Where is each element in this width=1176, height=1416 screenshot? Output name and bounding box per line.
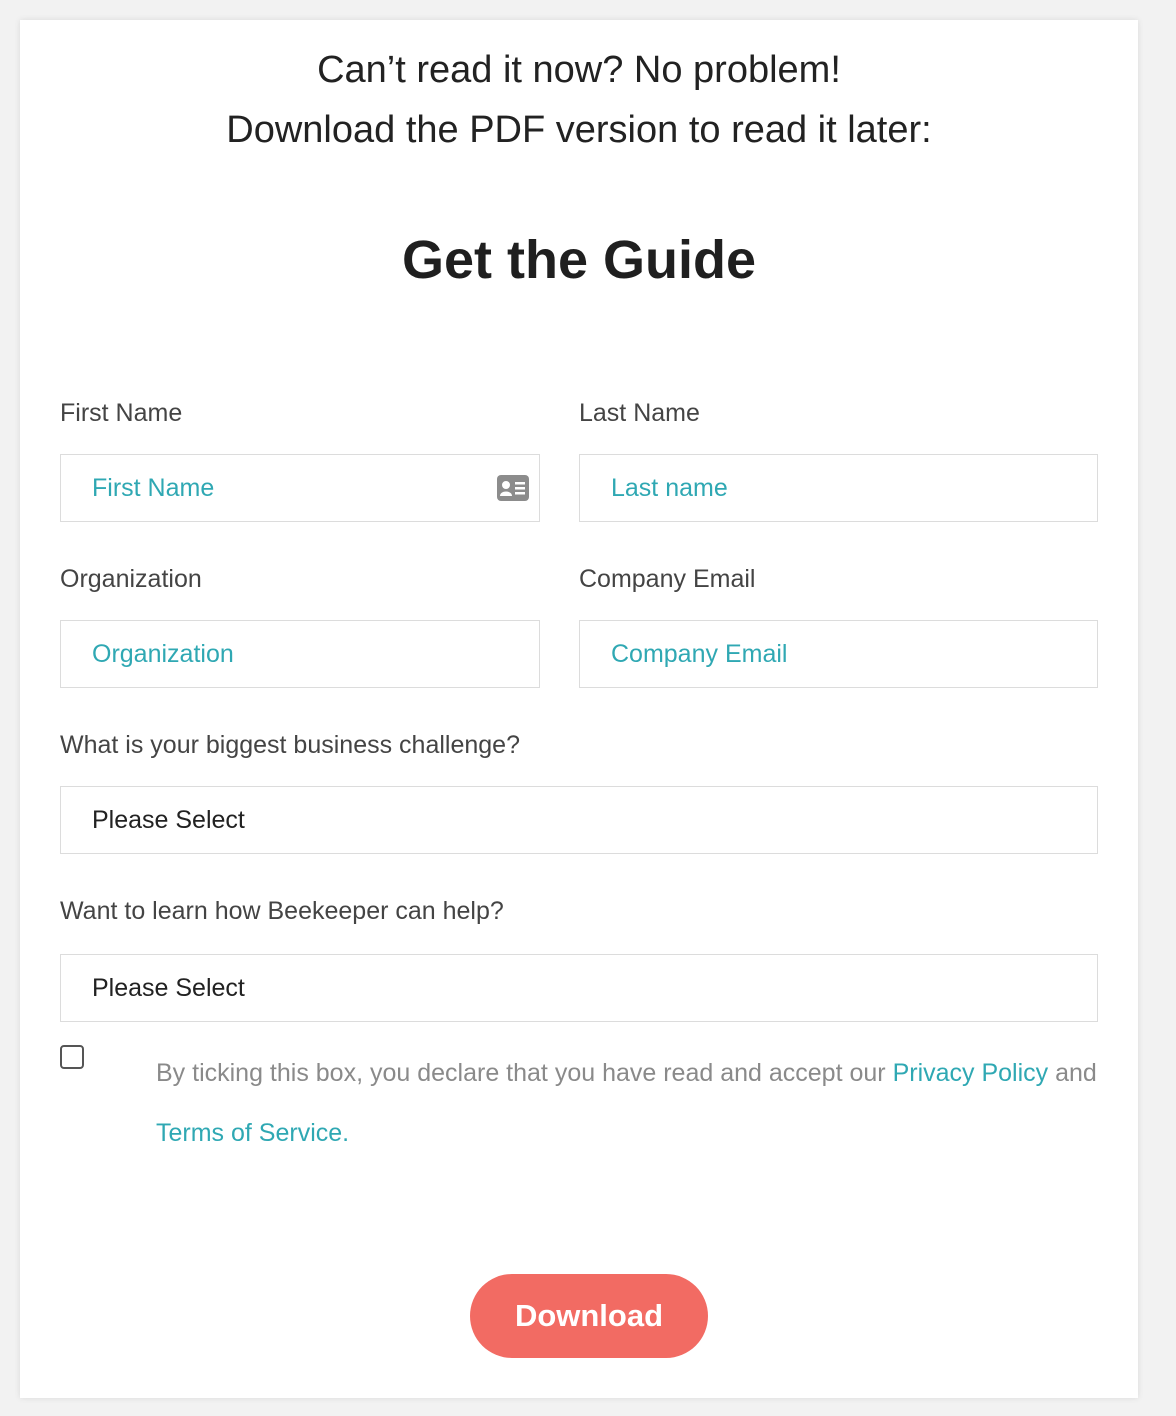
intro-line-2: Download the PDF version to read it late… — [226, 109, 932, 151]
learn-label: Want to learn how Beekeeper can help? — [60, 897, 504, 925]
last-name-label: Last Name — [579, 399, 700, 427]
first-name-label: First Name — [60, 399, 183, 427]
download-button[interactable]: Download — [470, 1274, 708, 1358]
learn-select[interactable]: Please Select — [60, 954, 1098, 1022]
consent-text: By ticking this box, you declare that yo… — [156, 1043, 1100, 1163]
organization-input[interactable] — [61, 621, 539, 687]
last-name-input[interactable] — [580, 455, 1097, 521]
consent-text-and: and — [1048, 1059, 1097, 1087]
challenge-select[interactable]: Please Select — [60, 786, 1098, 854]
first-name-field — [60, 454, 540, 522]
contact-card-icon[interactable] — [497, 475, 529, 501]
learn-select-value: Please Select — [92, 974, 245, 1002]
terms-of-service-link[interactable]: Terms of Service. — [156, 1119, 349, 1147]
privacy-policy-link[interactable]: Privacy Policy — [893, 1059, 1049, 1087]
guide-form-card: Can’t read it now? No problem! Download … — [20, 20, 1138, 1398]
intro-line-1: Can’t read it now? No problem! — [317, 49, 841, 91]
consent-checkbox[interactable] — [60, 1045, 84, 1069]
consent-text-before: By ticking this box, you declare that yo… — [156, 1059, 893, 1087]
company-email-input[interactable] — [580, 621, 1097, 687]
challenge-label: What is your biggest business challenge? — [60, 731, 520, 759]
page-title: Get the Guide — [401, 230, 757, 290]
organization-label: Organization — [60, 565, 202, 593]
last-name-field — [579, 454, 1098, 522]
company-email-label: Company Email — [579, 565, 756, 593]
company-email-field — [579, 620, 1098, 688]
organization-field — [60, 620, 540, 688]
first-name-input[interactable] — [61, 455, 539, 521]
challenge-select-value: Please Select — [92, 806, 245, 834]
